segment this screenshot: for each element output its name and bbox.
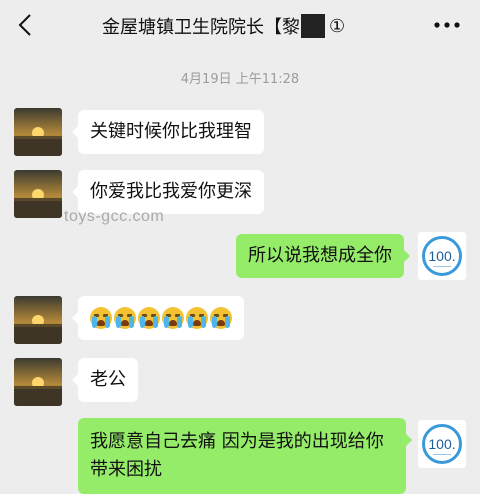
contact-avatar[interactable] bbox=[14, 108, 62, 156]
sunset-avatar-image bbox=[14, 170, 62, 218]
chat-title: 金屋塘镇卫生院院长【黎 ① bbox=[102, 13, 345, 39]
incoming-message-bubble[interactable]: 老公 bbox=[72, 358, 138, 402]
avatar-badge-text: 100. bbox=[428, 436, 456, 452]
avatar-badge-text: 100. bbox=[428, 248, 456, 264]
sunset-avatar-image bbox=[14, 296, 62, 344]
avatar-badge-icon: 100. bbox=[422, 424, 462, 464]
contact-avatar[interactable] bbox=[14, 170, 62, 218]
my-avatar[interactable]: 100. bbox=[418, 420, 466, 468]
crying-face-emoji-icon bbox=[186, 307, 208, 329]
chat-title-suffix: ① bbox=[329, 15, 346, 37]
incoming-message-bubble[interactable]: 关键时候你比我理智 bbox=[72, 110, 264, 154]
crying-face-emoji-icon bbox=[210, 307, 232, 329]
incoming-emoji-bubble[interactable] bbox=[72, 296, 244, 340]
crying-face-emoji-icon bbox=[138, 307, 160, 329]
more-button[interactable] bbox=[430, 12, 464, 38]
watermark-text: toys-gcc.com bbox=[64, 208, 165, 225]
crying-face-emoji-icon bbox=[114, 307, 136, 329]
my-avatar[interactable]: 100. bbox=[418, 232, 466, 280]
contact-avatar[interactable] bbox=[14, 296, 62, 344]
outgoing-message-bubble[interactable]: 我愿意自己去痛 因为是我的出现给你带来困扰 bbox=[78, 418, 412, 494]
chat-title-text: 金屋塘镇卫生院院长【黎 bbox=[102, 17, 300, 38]
outgoing-message-bubble[interactable]: 所以说我想成全你 bbox=[236, 234, 410, 278]
crying-face-emoji-icon bbox=[162, 307, 184, 329]
more-dots-icon bbox=[434, 22, 460, 28]
crying-face-emoji-icon bbox=[90, 307, 112, 329]
message-timestamp: 4月19日 上午11:28 bbox=[180, 72, 300, 87]
sunset-avatar-image bbox=[14, 108, 62, 156]
sunset-avatar-image bbox=[14, 358, 62, 406]
emoji-row bbox=[90, 296, 232, 340]
back-button[interactable] bbox=[10, 8, 40, 42]
contact-avatar[interactable] bbox=[14, 358, 62, 406]
redaction-block bbox=[301, 14, 325, 38]
chat-header: 金屋塘镇卫生院院长【黎 ① bbox=[0, 0, 480, 52]
avatar-badge-icon: 100. bbox=[422, 236, 462, 276]
chevron-left-icon bbox=[18, 14, 31, 36]
